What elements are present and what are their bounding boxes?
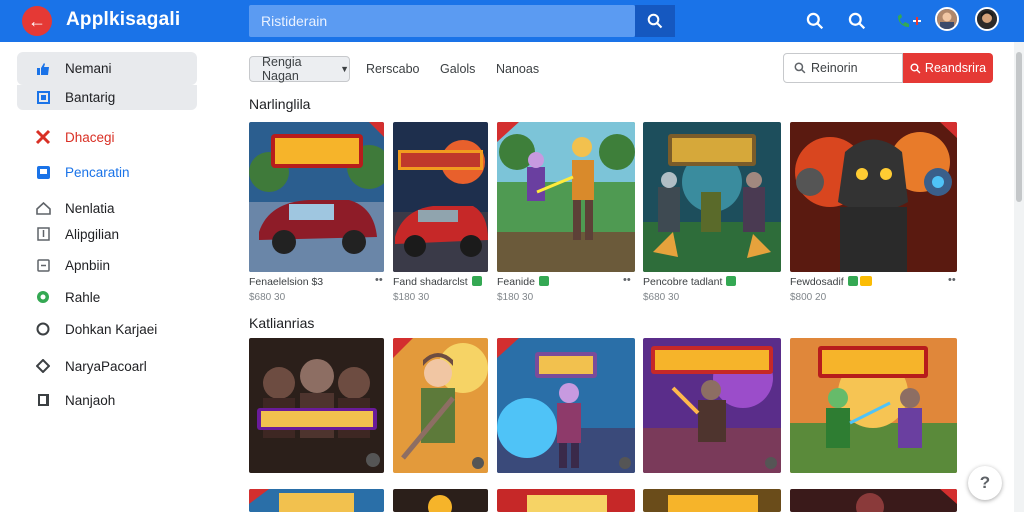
sidebar-item-pencaratin[interactable]: Pencaratin (17, 156, 197, 188)
thumbs-up-icon (35, 61, 51, 77)
more-options-icon[interactable]: •• (623, 274, 631, 286)
game-thumbnail-partial[interactable] (790, 489, 957, 512)
game-price: $680 30 (249, 292, 286, 303)
page-scrollbar[interactable] (1014, 42, 1024, 512)
game-thumbnail-partial[interactable] (643, 489, 781, 512)
verified-badge-icon (538, 276, 549, 286)
content-search-input[interactable]: Reinorin (783, 53, 903, 83)
book-icon (35, 90, 51, 106)
game-title: Feanide (497, 276, 549, 288)
sidebar-item-naryapacoarl[interactable]: NaryaPacoarl (17, 350, 197, 382)
more-options-icon[interactable]: •• (948, 274, 956, 286)
game-thumbnail (393, 338, 488, 473)
content-search-button[interactable]: Reandsrira (903, 53, 993, 83)
sidebar-item-bantarig[interactable]: Bantarig (17, 85, 197, 110)
search-icon (647, 13, 663, 29)
scrollbar-thumb[interactable] (1016, 52, 1022, 202)
filter-chip-2[interactable]: Galols (440, 56, 475, 82)
game-thumbnail (497, 338, 635, 473)
game-price: $180 30 (497, 292, 534, 303)
verified-badge-icon (847, 276, 858, 286)
filter-chip-label: Rengia Nagan (262, 55, 302, 83)
sidebar-item-apnbiin[interactable]: Apnbiin (17, 249, 197, 281)
sidebar: Nemani Bantarig Dhacegi Pencaratin Nenla… (0, 42, 210, 512)
game-thumbnail (249, 338, 384, 473)
message-icon (35, 164, 51, 180)
circle-icon (35, 321, 51, 337)
game-thumbnail (790, 122, 957, 272)
sidebar-item-label: Dhacegi (65, 129, 115, 145)
filter-chip-1[interactable]: Rerscabo (366, 56, 420, 82)
phone-notification-icon[interactable] (892, 8, 926, 34)
sidebar-item-label: Apnbiin (65, 257, 111, 273)
back-arrow-logo-icon[interactable]: ← (22, 6, 52, 36)
pin-icon (35, 358, 51, 374)
logo-glyph: ← (28, 10, 46, 31)
sidebar-item-label: Nemani (65, 61, 112, 76)
sidebar-item-alipgilian[interactable]: Alipgilian (17, 218, 197, 250)
sidebar-item-nemani[interactable]: Nemani (17, 52, 197, 85)
section-title: Katlianrias (249, 315, 315, 331)
game-thumbnail (790, 338, 957, 473)
game-price: $680 30 (643, 292, 680, 303)
game-price: $180 30 (393, 292, 430, 303)
sidebar-item-rahle[interactable]: Rahle (17, 281, 197, 313)
search-button[interactable] (635, 5, 675, 37)
help-icon: ? (979, 473, 991, 492)
game-thumbnail-partial[interactable] (249, 489, 384, 512)
app-title: Applkisagali (66, 9, 181, 30)
game-thumbnail (497, 122, 635, 272)
game-title: Fand shadarclst (393, 276, 482, 288)
search-icon-secondary[interactable] (802, 8, 828, 34)
sidebar-item-label: Nenlatia (65, 200, 115, 216)
square-icon (35, 257, 51, 273)
sidebar-item-dhacegi[interactable]: Dhacegi (17, 121, 197, 153)
download-icon (35, 226, 51, 242)
chevron-down-icon: ▼ (340, 64, 349, 74)
voice-search-icon[interactable] (844, 8, 870, 34)
game-title: Fewdosadif (790, 276, 872, 288)
game-title: Fenaelelsion $3 (249, 276, 324, 288)
verified-badge-icon (471, 276, 482, 286)
search-input[interactable]: Ristiderain (249, 5, 635, 37)
more-options-icon[interactable]: •• (375, 274, 383, 286)
sidebar-item-nanjaoh[interactable]: Nanjaoh (17, 384, 197, 416)
content-search-placeholder: Reinorin (811, 61, 858, 75)
game-thumbnail (249, 122, 384, 272)
filter-chip-3[interactable]: Nanoas (496, 56, 539, 82)
house-icon (35, 200, 51, 216)
game-thumbnail (643, 338, 781, 473)
help-button[interactable]: ? (968, 466, 1002, 500)
game-thumbnail-partial[interactable] (393, 489, 488, 512)
verified-badge-icon (726, 276, 737, 286)
filter-chip-active[interactable]: Rengia Nagan ▼ (249, 55, 350, 83)
search-icon (910, 62, 921, 73)
sidebar-item-label: Nanjaoh (65, 392, 116, 408)
rating-badge-icon (859, 276, 872, 286)
sidebar-item-label: Rahle (65, 289, 101, 305)
book-dark-icon (35, 392, 51, 408)
user-avatar[interactable] (935, 7, 959, 31)
game-thumbnail (643, 122, 781, 272)
close-x-icon (35, 129, 51, 145)
game-price: $800 20 (790, 292, 827, 303)
game-thumbnail (393, 122, 488, 272)
sidebar-item-label: Alipgilian (65, 226, 120, 242)
game-title: Pencobre tadlant (643, 276, 737, 288)
sidebar-item-label: Pencaratin (65, 164, 130, 180)
location-pin-icon (35, 289, 51, 305)
game-thumbnail-partial[interactable] (497, 489, 635, 512)
section-title: Narlinglila (249, 96, 311, 112)
sidebar-item-label: Bantarig (65, 90, 116, 105)
sidebar-item-dohkan-karjaei[interactable]: Dohkan Karjaei (17, 313, 197, 345)
content-search-button-label: Reandsrira (924, 61, 987, 75)
sidebar-item-label: Dohkan Karjaei (65, 321, 158, 337)
top-app-bar: ← Applkisagali Ristiderain (0, 0, 1024, 42)
search-icon (794, 62, 806, 74)
sidebar-item-label: NaryaPacoarl (65, 358, 147, 374)
profile-avatar[interactable] (975, 7, 999, 31)
